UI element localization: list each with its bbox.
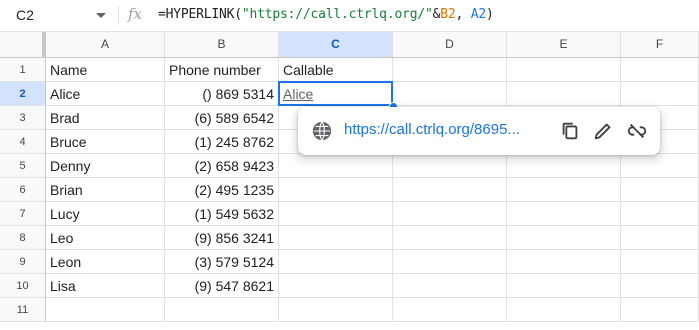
cell-a7[interactable]: Lucy	[46, 202, 165, 226]
cell-e10[interactable]	[507, 274, 621, 298]
column-header-c[interactable]: C	[279, 32, 393, 57]
copy-icon[interactable]	[559, 120, 581, 142]
cell-a11[interactable]	[46, 298, 165, 322]
cell-c2[interactable]: Alice	[279, 82, 393, 106]
cell-e8[interactable]	[507, 226, 621, 250]
cell-e11[interactable]	[507, 298, 621, 322]
cell-b5[interactable]: (2) 658 9423	[165, 154, 279, 178]
formula-input[interactable]: =HYPERLINK("https://call.ctrlq.org/"&B2,…	[158, 7, 494, 22]
cell-e5[interactable]	[507, 154, 621, 178]
cell-f9[interactable]	[621, 250, 699, 274]
cell-f7[interactable]	[621, 202, 699, 226]
edit-icon[interactable]	[592, 120, 614, 142]
cell-c7[interactable]	[279, 202, 393, 226]
select-all-corner[interactable]	[0, 32, 46, 57]
cell-f6[interactable]	[621, 178, 699, 202]
row-header-10[interactable]: 10	[0, 274, 46, 298]
cell-b4[interactable]: (1) 245 8762	[165, 130, 279, 154]
formula-prefix: =HYPERLINK(	[158, 7, 242, 22]
formula-string-literal: "https://call.ctrlq.org/"	[241, 7, 433, 22]
cell-b3[interactable]: (6) 589 6542	[165, 106, 279, 130]
cell-a9[interactable]: Leon	[46, 250, 165, 274]
cell-d6[interactable]	[393, 178, 507, 202]
cell-b8[interactable]: (9) 856 3241	[165, 226, 279, 250]
cell-a5[interactable]: Denny	[46, 154, 165, 178]
row-header-2[interactable]: 2	[0, 82, 46, 106]
row-header-3[interactable]: 3	[0, 106, 46, 130]
cell-f10[interactable]	[621, 274, 699, 298]
cell-f1[interactable]	[621, 58, 699, 82]
cell-b2[interactable]: () 869 5314	[165, 82, 279, 106]
column-header-a[interactable]: A	[46, 32, 165, 57]
name-box-dropdown-icon[interactable]	[96, 13, 106, 18]
cell-e2[interactable]	[507, 82, 621, 106]
cell-f2[interactable]	[621, 82, 699, 106]
cell-d1[interactable]	[393, 58, 507, 82]
cell-f5[interactable]	[621, 154, 699, 178]
column-header-row: ABCDEF	[0, 32, 699, 58]
cell-e1[interactable]	[507, 58, 621, 82]
row-header-11[interactable]: 11	[0, 298, 46, 322]
cell-d8[interactable]	[393, 226, 507, 250]
formula-bar-divider	[118, 6, 119, 25]
cell-a1[interactable]: Name	[46, 58, 165, 82]
cell-a2[interactable]: Alice	[46, 82, 165, 106]
fx-icon: fx	[128, 5, 143, 23]
cell-c11[interactable]	[279, 298, 393, 322]
cell-d5[interactable]	[393, 154, 507, 178]
formula-suffix: )	[486, 7, 494, 22]
cell-d7[interactable]	[393, 202, 507, 226]
cell-e9[interactable]	[507, 250, 621, 274]
row-header-9[interactable]: 9	[0, 250, 46, 274]
cell-d11[interactable]	[393, 298, 507, 322]
cell-f11[interactable]	[621, 298, 699, 322]
row-header-1[interactable]: 1	[0, 58, 46, 82]
cell-d10[interactable]	[393, 274, 507, 298]
column-header-d[interactable]: D	[393, 32, 507, 57]
cell-c8[interactable]	[279, 226, 393, 250]
row-header-4[interactable]: 4	[0, 130, 46, 154]
cell-c1[interactable]: Callable	[279, 58, 393, 82]
cell-b10[interactable]: (9) 547 8621	[165, 274, 279, 298]
name-box[interactable]: C2	[8, 0, 112, 31]
formula-ref-b2: B2	[440, 7, 456, 22]
unlink-icon[interactable]	[626, 120, 648, 142]
cell-a6[interactable]: Brian	[46, 178, 165, 202]
name-box-cell-ref: C2	[16, 7, 34, 23]
column-header-f[interactable]: F	[621, 32, 699, 57]
cell-c5[interactable]	[279, 154, 393, 178]
cell-e7[interactable]	[507, 202, 621, 226]
column-header-b[interactable]: B	[165, 32, 279, 57]
formula-ref-a2: A2	[470, 7, 487, 22]
cell-a10[interactable]: Lisa	[46, 274, 165, 298]
cell-a8[interactable]: Leo	[46, 226, 165, 250]
cell-f8[interactable]	[621, 226, 699, 250]
cell-e6[interactable]	[507, 178, 621, 202]
cell-a3[interactable]: Brad	[46, 106, 165, 130]
cell-d9[interactable]	[393, 250, 507, 274]
cell-b9[interactable]: (3) 579 5124	[165, 250, 279, 274]
cell-a4[interactable]: Bruce	[46, 130, 165, 154]
link-url[interactable]: https://call.ctrlq.org/8695...	[344, 121, 520, 138]
row-header-5[interactable]: 5	[0, 154, 46, 178]
cell-c9[interactable]	[279, 250, 393, 274]
cell-c6[interactable]	[279, 178, 393, 202]
globe-icon	[312, 121, 332, 141]
formula-separator: ,	[455, 7, 471, 22]
cell-b1[interactable]: Phone number	[165, 58, 279, 82]
cell-b11[interactable]	[165, 298, 279, 322]
link-preview-popup: https://call.ctrlq.org/8695...	[298, 107, 660, 155]
cell-b6[interactable]: (2) 495 1235	[165, 178, 279, 202]
cell-d2[interactable]	[393, 82, 507, 106]
row-header-8[interactable]: 8	[0, 226, 46, 250]
row-header-7[interactable]: 7	[0, 202, 46, 226]
cell-c10[interactable]	[279, 274, 393, 298]
column-header-e[interactable]: E	[507, 32, 621, 57]
cell-b7[interactable]: (1) 549 5632	[165, 202, 279, 226]
row-header-6[interactable]: 6	[0, 178, 46, 202]
formula-bar: C2 fx =HYPERLINK("https://call.ctrlq.org…	[0, 0, 699, 32]
